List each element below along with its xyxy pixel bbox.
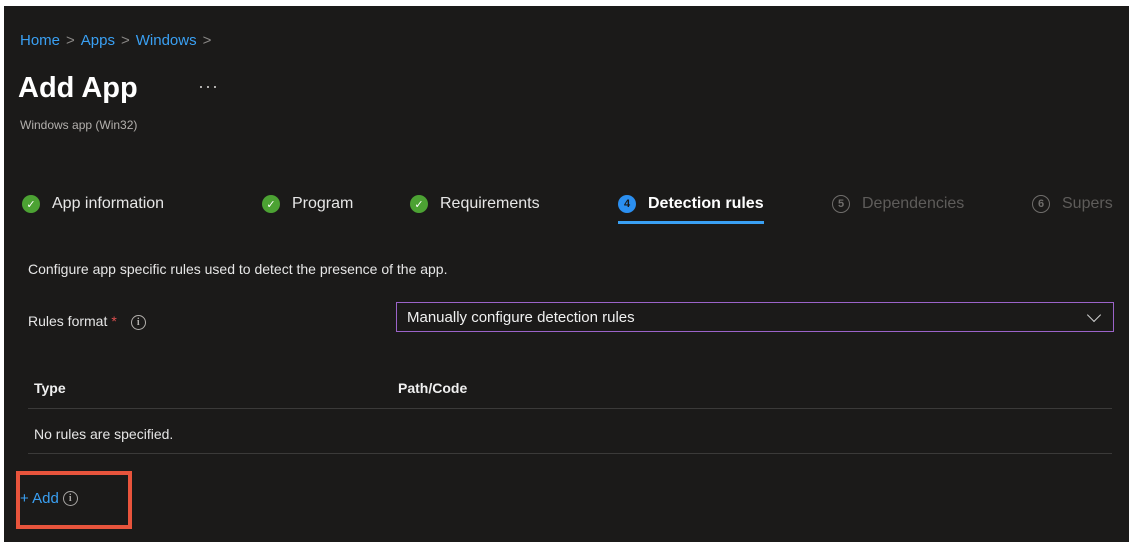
step-requirements[interactable]: ✓ Requirements (410, 190, 540, 218)
rules-format-selected-value: Manually configure detection rules (407, 308, 635, 326)
step-dependencies[interactable]: 5 Dependencies (832, 190, 964, 218)
app-frame: Home > Apps > Windows > Add App ··· Windows a… (4, 6, 1129, 542)
step-program[interactable]: ✓ Program (262, 190, 353, 218)
table-header: Type Path/Code (28, 368, 1112, 409)
step-label: Program (292, 195, 354, 212)
more-options-icon[interactable]: ··· (198, 76, 219, 97)
info-icon[interactable]: i (62, 491, 78, 506)
check-icon: ✓ (410, 195, 428, 213)
rules-format-dropdown[interactable]: Manually configure detection rules (396, 302, 1114, 332)
empty-table-row: No rules are specified. (28, 409, 1112, 454)
detection-rules-table: Type Path/Code No rules are specified. (28, 368, 1112, 454)
breadcrumb-home[interactable]: Home (20, 32, 60, 49)
step-supersedence[interactable]: 6 Supers (1032, 190, 1113, 218)
column-header-path-code: Path/Code (398, 380, 468, 396)
step-label: Requirements (440, 195, 540, 212)
breadcrumb-separator: > (202, 32, 212, 49)
rules-format-label: Rules format * i (28, 313, 146, 330)
step-label: Dependencies (862, 195, 965, 212)
check-icon: ✓ (262, 195, 280, 213)
info-icon[interactable]: i (130, 314, 146, 330)
step-label: Detection rules (648, 195, 764, 212)
section-description: Configure app specific rules used to det… (28, 261, 448, 277)
column-header-type: Type (34, 380, 66, 396)
add-rule-label: + Add (20, 490, 59, 507)
page-title: Add App (18, 72, 138, 104)
required-marker: * (111, 313, 117, 329)
chevron-down-icon (1086, 307, 1102, 322)
empty-table-message: No rules are specified. (34, 426, 174, 442)
step-app-information[interactable]: ✓ App information (22, 190, 164, 218)
breadcrumb-apps[interactable]: Apps (81, 32, 115, 49)
step-label: App information (52, 195, 165, 212)
step-number-icon: 4 (618, 195, 636, 213)
step-number-icon: 5 (832, 195, 850, 213)
breadcrumb: Home > Apps > Windows > (20, 32, 217, 49)
step-number-icon: 6 (1032, 195, 1050, 213)
breadcrumb-separator: > (66, 32, 75, 49)
step-detection-rules[interactable]: 4 Detection rules (618, 190, 764, 224)
rules-format-label-text: Rules format (28, 313, 108, 329)
check-icon: ✓ (22, 195, 40, 213)
breadcrumb-separator: > (120, 32, 130, 49)
add-rule-link[interactable]: + Add i (20, 490, 78, 507)
page-subtitle: Windows app (Win32) (20, 118, 138, 132)
step-label: Supers (1062, 195, 1113, 212)
breadcrumb-windows[interactable]: Windows (136, 32, 197, 49)
